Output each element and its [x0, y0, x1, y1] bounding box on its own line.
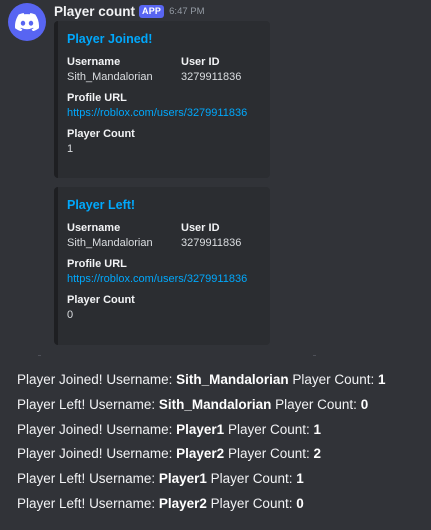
log-count: 1 — [296, 471, 304, 487]
log-count-label: Player Count: — [210, 495, 293, 511]
log-username-label: Username: — [106, 372, 173, 387]
log-username-label: Username: — [89, 495, 156, 511]
field-name: Player Count — [67, 128, 135, 140]
log-line: Player Left! Username: Sith_Mandalorian … — [17, 397, 427, 422]
log-line: Player Left! Username: Player2 Player Co… — [17, 496, 427, 521]
message-timestamp[interactable]: 6:47 PM — [169, 6, 204, 17]
log-line: Player Joined! Username: Sith_Mandaloria… — [17, 372, 427, 397]
field-value: Sith_Mandalorian — [67, 71, 153, 83]
userid-field: User ID 3279911836 — [181, 221, 241, 250]
field-name: Player Count — [67, 294, 135, 306]
log-username-label: Username: — [89, 471, 156, 487]
profile-link[interactable]: https://roblox.com/users/3279911836 — [67, 272, 260, 286]
log-count-label: Player Count: — [292, 372, 375, 387]
profile-url-field: Profile URL https://roblox.com/users/327… — [67, 257, 260, 286]
divider — [38, 355, 41, 356]
log-count: 1 — [313, 421, 322, 437]
author-name[interactable]: Player count — [54, 4, 135, 19]
log-username: Player2 — [158, 495, 207, 511]
username-field: Username Sith_Mandalorian — [67, 221, 181, 250]
log-event: Player Joined! — [17, 446, 103, 462]
player-count-field: Player Count 0 — [67, 293, 260, 322]
log-count: 1 — [377, 372, 386, 387]
log-count-label: Player Count: — [227, 446, 310, 462]
profile-link[interactable]: https://roblox.com/users/3279911836 — [67, 106, 260, 120]
log-line: Player Joined! Username: Player1 Player … — [17, 422, 427, 447]
profile-url-field: Profile URL https://roblox.com/users/327… — [67, 91, 260, 120]
embed-player-left: Player Left! Username Sith_Mandalorian U… — [54, 187, 270, 345]
message-header: Player count APP 6:47 PM — [54, 2, 205, 20]
log-username-label: Username: — [106, 446, 173, 462]
embed-field-row: Username Sith_Mandalorian User ID 327991… — [67, 55, 260, 91]
username-field: Username Sith_Mandalorian — [67, 55, 181, 84]
divider — [313, 355, 316, 356]
field-name: Username — [67, 56, 121, 68]
field-name: User ID — [181, 56, 220, 68]
console-log: Player Joined! Username: Sith_Mandaloria… — [17, 372, 427, 521]
field-name: User ID — [181, 222, 220, 234]
field-value: 3279911836 — [181, 237, 242, 249]
log-count-label: Player Count: — [227, 421, 310, 437]
bot-avatar[interactable] — [8, 3, 46, 41]
log-count: 0 — [360, 396, 369, 412]
log-username: Player1 — [158, 471, 207, 487]
log-count-label: Player Count: — [275, 396, 357, 412]
log-username: Player2 — [176, 446, 225, 462]
player-count-field: Player Count 1 — [67, 127, 260, 156]
userid-field: User ID 3279911836 — [181, 55, 241, 84]
log-event: Player Left! — [17, 471, 86, 487]
embed-field-row: Username Sith_Mandalorian User ID 327991… — [67, 221, 260, 257]
embed-player-joined: Player Joined! Username Sith_Mandalorian… — [54, 21, 270, 178]
app-badge: APP — [139, 4, 165, 18]
log-count-label: Player Count: — [210, 471, 293, 487]
field-name: Username — [67, 222, 121, 234]
log-username-label: Username: — [89, 396, 156, 412]
discord-logo-icon — [15, 13, 39, 31]
field-name: Profile URL — [67, 258, 127, 270]
log-line: Player Left! Username: Player1 Player Co… — [17, 471, 427, 496]
log-username: Sith_Mandalorian — [158, 396, 272, 412]
embed-title: Player Joined! — [67, 32, 153, 46]
log-username: Sith_Mandalorian — [176, 372, 289, 387]
embed-title: Player Left! — [67, 198, 136, 212]
log-count: 2 — [313, 446, 322, 462]
log-event: Player Left! — [17, 396, 86, 412]
log-event: Player Joined! — [17, 372, 103, 387]
log-count: 0 — [296, 495, 304, 511]
log-line: Player Joined! Username: Player2 Player … — [17, 446, 427, 471]
log-username-label: Username: — [106, 421, 173, 437]
field-value: 0 — [67, 309, 74, 321]
log-username: Player1 — [176, 421, 225, 437]
log-event: Player Left! — [17, 495, 86, 511]
field-value: Sith_Mandalorian — [67, 237, 153, 249]
field-name: Profile URL — [67, 92, 127, 104]
field-value: 1 — [67, 143, 74, 155]
field-value: 3279911836 — [181, 71, 242, 83]
log-event: Player Joined! — [17, 421, 103, 437]
